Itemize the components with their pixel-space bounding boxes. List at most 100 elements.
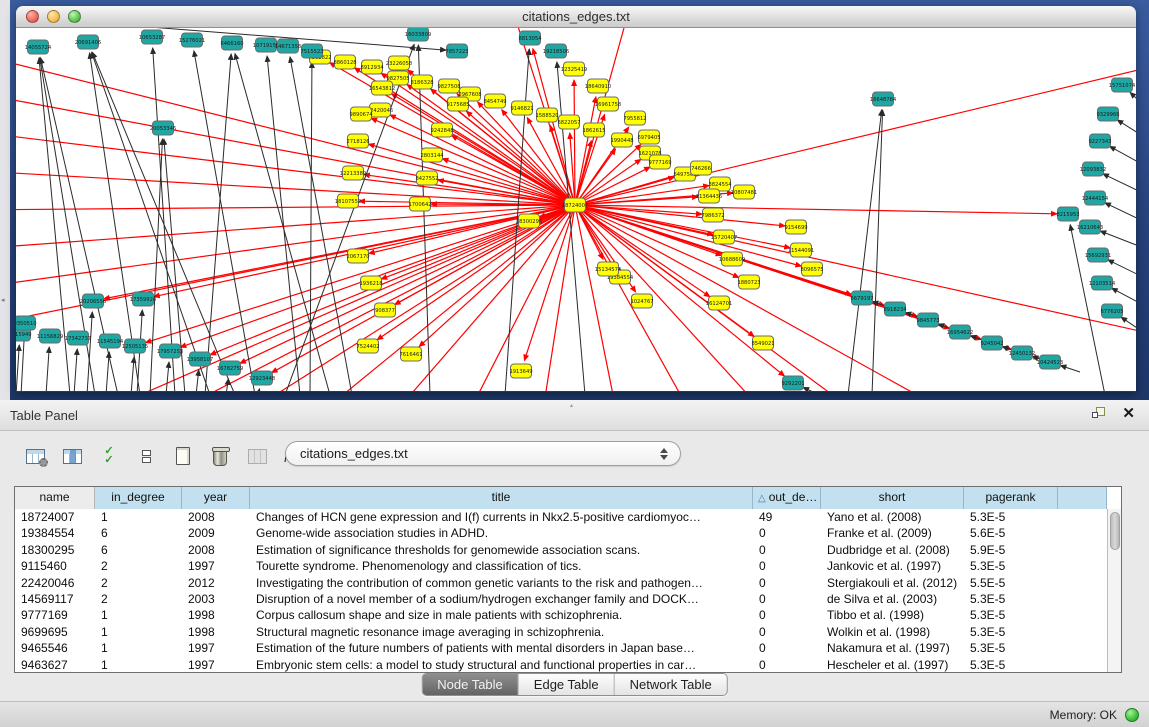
table-cell: Nakamura et al. (1997) [821, 640, 964, 656]
svg-text:8096575: 8096575 [800, 267, 823, 273]
splitter-handle-icon[interactable]: ▴ [570, 402, 578, 407]
svg-text:3824554: 3824554 [708, 182, 732, 188]
table-cell: 49 [753, 509, 821, 525]
table-row[interactable]: 1456911722003Disruption of a novel membe… [15, 591, 1107, 607]
table-row[interactable]: 946554611997Estimation of the future num… [15, 640, 1107, 656]
svg-text:12505135: 12505135 [122, 344, 148, 350]
svg-text:12093832: 12093832 [1080, 167, 1106, 173]
table-cell: 0 [753, 525, 821, 541]
svg-text:23226058: 23226058 [386, 61, 412, 67]
split-pane-gutter[interactable]: ◂ [0, 0, 10, 400]
new-table-icon[interactable] [170, 443, 196, 469]
svg-text:20053346: 20053346 [150, 126, 176, 132]
table-row[interactable]: 946362711997Embryonic stem cells: a mode… [15, 657, 1107, 672]
table-cell: Investigating the contribution of common… [250, 575, 753, 591]
table-row[interactable]: 1872400712008Changes of HCN gene express… [15, 509, 1107, 525]
svg-text:8454749: 8454749 [483, 99, 506, 105]
column-header-filler[interactable] [1058, 487, 1107, 509]
table-cell: 2008 [182, 542, 250, 558]
table-cell: 0 [753, 657, 821, 672]
svg-text:15720407: 15720407 [711, 235, 737, 241]
table-row[interactable]: 977716911998Corpus callosum shape and si… [15, 607, 1107, 623]
close-panel-icon[interactable]: ✕ [1122, 406, 1135, 422]
svg-text:9242848: 9242848 [430, 128, 453, 134]
memory-status-indicator [1125, 708, 1139, 722]
table-row[interactable]: 969969511998Structural magnetic resonanc… [15, 624, 1107, 640]
svg-text:3915949: 3915949 [16, 332, 32, 338]
table-row[interactable]: 1830029562008Estimation of significance … [15, 542, 1107, 558]
table-cell: de Silva et al. (2003) [821, 591, 964, 607]
table-scrollbar[interactable] [1107, 509, 1121, 672]
table-cell: 2003 [182, 591, 250, 607]
table-cell: 0 [753, 542, 821, 558]
float-window-icon[interactable] [1092, 406, 1108, 422]
table-cell: Hescheler et al. (1997) [821, 657, 964, 672]
svg-text:1936218: 1936218 [359, 281, 382, 287]
table-cell: 0 [753, 640, 821, 656]
table-cell: 5.3E-5 [964, 624, 1058, 640]
svg-text:6679197: 6679197 [850, 296, 873, 302]
svg-text:8549021: 8549021 [751, 341, 774, 347]
table-cell: 1998 [182, 607, 250, 623]
tab-edge-table[interactable]: Edge Table [519, 674, 615, 695]
column-header-title[interactable]: title [250, 487, 753, 509]
network-canvas-svg[interactable]: 1872400779638228860128891293423226058982… [16, 28, 1136, 391]
network-canvas[interactable]: 1872400779638228860128891293423226058982… [16, 28, 1136, 391]
column-header-out_de…[interactable]: △out_de… [753, 487, 821, 509]
rows-icon[interactable] [133, 443, 159, 469]
table-cell: 1998 [182, 624, 250, 640]
svg-text:9154699: 9154699 [784, 225, 807, 231]
svg-text:8186328: 8186328 [410, 80, 433, 86]
table-row[interactable]: 2242004622012Investigating the contribut… [15, 575, 1107, 591]
table-cell: Estimation of the future numbers of pati… [250, 640, 753, 656]
svg-text:1913649: 1913649 [509, 369, 532, 375]
svg-text:12450132: 12450132 [1009, 351, 1035, 357]
table-toolbar: ✓✓ f(x) citations_edges.txt [0, 431, 1149, 483]
zoom-window-button[interactable] [68, 10, 81, 23]
svg-text:2803144: 2803144 [420, 153, 444, 159]
column-header-year[interactable]: year [182, 487, 250, 509]
svg-text:1862615: 1862615 [582, 128, 605, 134]
tab-node-table[interactable]: Node Table [422, 674, 519, 695]
split-collapse-icon[interactable]: ◂ [1, 296, 5, 304]
network-view-panel: ◂ citations_edges.txt 187240077963822886… [0, 0, 1149, 400]
table-cell: Tibbo et al. (1998) [821, 607, 964, 623]
svg-text:12213389: 12213389 [340, 171, 366, 177]
table-row[interactable]: 911546021997Tourette syndrome. Phenomeno… [15, 558, 1107, 574]
select-all-icon[interactable]: ✓✓ [96, 443, 122, 469]
table-cell: 5.9E-5 [964, 542, 1058, 558]
table-cell: Franke et al. (2009) [821, 525, 964, 541]
svg-text:16033809: 16033809 [405, 32, 431, 38]
column-header-pagerank[interactable]: pagerank [964, 487, 1058, 509]
select-columns-icon[interactable] [59, 443, 85, 469]
table-cell: 2 [95, 558, 182, 574]
table-panel: Table Panel ▴ ✕ ✓✓ f(x) citations_edges.… [0, 400, 1149, 727]
svg-text:10653287: 10653287 [139, 35, 165, 41]
table-cell: 0 [753, 607, 821, 623]
table-row[interactable]: 1938455462009Genome-wide association stu… [15, 525, 1107, 541]
table-cell: Stergiakouli et al. (2012) [821, 575, 964, 591]
table-settings-icon[interactable] [22, 443, 48, 469]
table-cell: 5.5E-5 [964, 575, 1058, 591]
svg-text:9350510: 9350510 [16, 321, 37, 327]
minimize-window-button[interactable] [47, 10, 60, 23]
table-scrollbar-thumb[interactable] [1110, 512, 1120, 550]
table-header-row: namein_degreeyeartitle△out_de…shortpager… [15, 487, 1107, 509]
network-file-select[interactable]: citations_edges.txt [285, 441, 681, 466]
svg-text:21364436: 21364436 [696, 194, 722, 200]
column-header-short[interactable]: short [821, 487, 964, 509]
import-table-icon[interactable] [244, 443, 270, 469]
close-window-button[interactable] [26, 10, 39, 23]
column-header-name[interactable]: name [15, 487, 95, 509]
svg-text:7616461: 7616461 [399, 352, 422, 358]
svg-text:13958107: 13958107 [187, 357, 213, 363]
table-cell: Jankovic et al. (1997) [821, 558, 964, 574]
svg-text:16648784: 16648784 [870, 97, 897, 103]
delete-table-icon[interactable] [207, 443, 233, 469]
svg-text:12923448: 12923448 [249, 376, 275, 382]
status-bar: Memory: OK [0, 701, 1149, 727]
window-titlebar[interactable]: citations_edges.txt [16, 6, 1136, 28]
table-cell: 5.3E-5 [964, 509, 1058, 525]
column-header-in_degree[interactable]: in_degree [95, 487, 182, 509]
tab-network-table[interactable]: Network Table [615, 674, 727, 695]
